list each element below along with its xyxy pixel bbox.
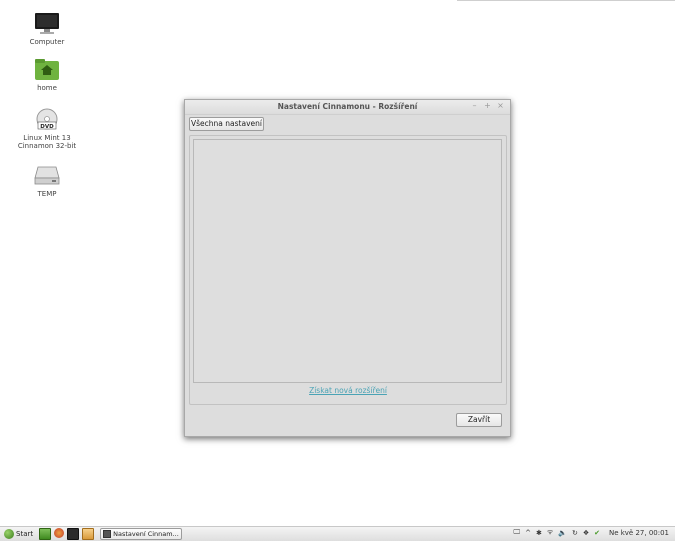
svg-text:DVD: DVD: [40, 124, 54, 130]
dropbox-icon[interactable]: ❖: [583, 529, 589, 537]
dvd-icon: DVD: [36, 108, 58, 130]
taskbar-window-item[interactable]: Nastavení Cinnam...: [100, 528, 183, 540]
desktop-icon-label: TEMP: [37, 190, 57, 198]
desktop-icon-computer[interactable]: Computer: [10, 12, 84, 46]
start-menu-button[interactable]: Start: [4, 529, 33, 539]
taskbar: Start Nastavení Cinnam... 🖵 ^ ✱ ᯤ 🔈 ↻ ❖ …: [0, 526, 675, 541]
files-icon[interactable]: [82, 528, 95, 540]
extensions-list[interactable]: [193, 139, 502, 383]
window-title: Nastavení Cinnamonu - Rozšíření: [277, 102, 418, 111]
clock[interactable]: Ne kvě 27, 00:01: [609, 529, 669, 537]
get-new-extensions-link[interactable]: Získat nová rozšíření: [190, 386, 506, 395]
desktop-icon-label: Computer: [29, 38, 65, 46]
settings-window: Nastavení Cinnamonu - Rozšíření – + × Vš…: [184, 99, 511, 437]
monitor-icon: [35, 13, 59, 34]
desktop-icon-temp[interactable]: TEMP: [10, 164, 84, 198]
minimize-button[interactable]: –: [471, 101, 478, 110]
close-window-button[interactable]: ×: [497, 101, 504, 110]
volume-icon[interactable]: 🔈: [558, 529, 567, 537]
window-controls: – + ×: [471, 101, 504, 110]
desktop-icon-dvd[interactable]: DVD Linux Mint 13 Cinnamon 32-bit: [10, 108, 84, 150]
show-desktop-icon[interactable]: [39, 528, 52, 540]
network-wired-icon[interactable]: 🖵: [513, 528, 520, 537]
wifi-icon[interactable]: ᯤ: [547, 528, 553, 537]
extensions-frame: Získat nová rozšíření: [189, 135, 507, 405]
quick-launchers: [39, 528, 95, 540]
drive-icon: [34, 166, 60, 185]
desktop-icon-label: Linux Mint 13 Cinnamon 32-bit: [17, 134, 77, 150]
home-folder-icon: [35, 59, 59, 80]
check-icon[interactable]: ✔: [594, 529, 600, 537]
maximize-button[interactable]: +: [484, 101, 491, 110]
window-titlebar[interactable]: Nastavení Cinnamonu - Rozšíření – + ×: [185, 100, 510, 115]
desktop-icon-home[interactable]: home: [10, 58, 84, 92]
settings-app-icon: [103, 530, 112, 538]
all-settings-button[interactable]: Všechna nastavení: [189, 117, 264, 131]
close-button[interactable]: Zavřít: [456, 413, 502, 427]
desktop-icon-label: home: [37, 84, 57, 92]
update-icon[interactable]: ↻: [572, 529, 578, 537]
mint-logo-icon: [4, 529, 14, 539]
firefox-icon[interactable]: [54, 528, 65, 538]
start-label: Start: [16, 530, 34, 538]
expand-tray-icon[interactable]: ^: [525, 529, 531, 537]
terminal-icon[interactable]: [67, 528, 80, 540]
taskbar-window-label: Nastavení Cinnam...: [113, 530, 179, 538]
top-panel-edge: [457, 0, 675, 1]
bluetooth-icon[interactable]: ✱: [536, 529, 542, 537]
system-tray: 🖵 ^ ✱ ᯤ 🔈 ↻ ❖ ✔ Ne kvě 27, 00:01: [513, 528, 669, 537]
